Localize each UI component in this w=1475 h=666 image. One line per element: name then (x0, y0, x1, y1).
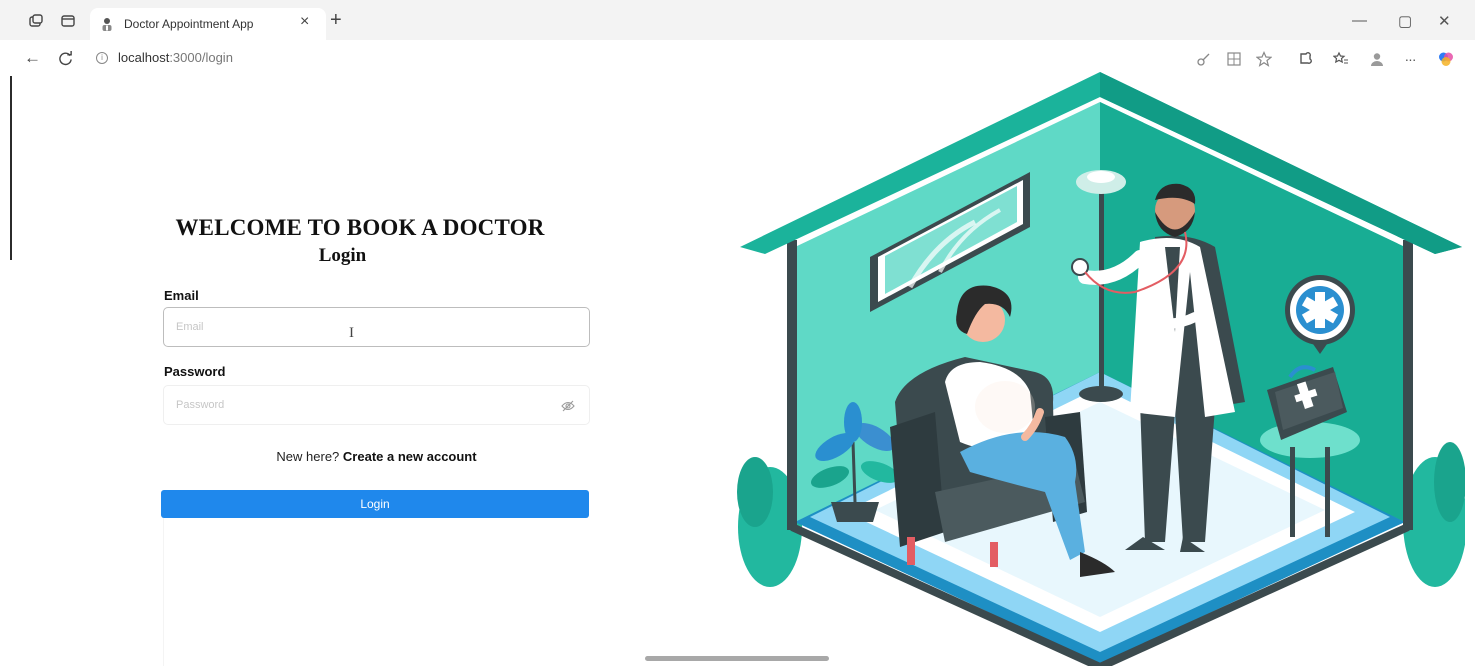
signup-prompt-text: New here? (276, 449, 340, 464)
tab-actions-icon[interactable] (60, 13, 76, 29)
grid-icon[interactable] (1226, 51, 1242, 67)
new-tab-button[interactable]: + (330, 10, 342, 30)
email-input[interactable] (163, 307, 590, 347)
copilot-icon[interactable] (1438, 51, 1454, 67)
page-left-edge (10, 76, 12, 260)
key-icon[interactable] (1196, 51, 1212, 67)
back-button[interactable]: ← (24, 48, 41, 68)
close-window-button[interactable]: ✕ (1438, 12, 1451, 30)
browser-tab-bar: Doctor Appointment App × + — ▢ ✕ (0, 0, 1475, 40)
site-info-icon[interactable]: i (96, 52, 108, 64)
login-button[interactable]: Login (161, 490, 589, 518)
more-icon[interactable]: ··· (1402, 51, 1418, 67)
doctor-patient-illustration (737, 72, 1465, 666)
create-account-link[interactable]: Create a new account (343, 449, 477, 464)
minimize-button[interactable]: — (1352, 12, 1367, 29)
address-bar: ← i localhost:3000/login ··· (0, 40, 1475, 76)
page-title: WELCOME TO BOOK A DOCTOR (175, 215, 545, 240)
tab-doctor-appointment[interactable]: Doctor Appointment App × (90, 8, 326, 40)
doctor-favicon-icon (102, 18, 112, 31)
star-icon[interactable] (1256, 51, 1272, 67)
extension-icon[interactable] (1297, 51, 1313, 67)
form-divider (163, 518, 164, 666)
eye-slash-icon[interactable] (561, 400, 575, 412)
tab-close-button[interactable]: × (300, 13, 309, 31)
signup-prompt: New here? Create a new account (163, 449, 590, 464)
refresh-icon[interactable] (58, 51, 73, 66)
password-input[interactable] (163, 385, 590, 425)
profile-icon[interactable] (1369, 51, 1385, 67)
url-field[interactable]: localhost:3000/login (118, 50, 233, 65)
password-label: Password (164, 364, 226, 379)
text-cursor-icon: I (349, 325, 354, 341)
tab-title: Doctor Appointment App (124, 17, 254, 31)
login-subtitle: Login (318, 245, 367, 266)
favorites-icon[interactable] (1333, 51, 1349, 67)
right-post (1403, 240, 1413, 530)
workspaces-icon[interactable] (28, 13, 44, 29)
left-post (787, 240, 797, 530)
email-label: Email (164, 288, 199, 303)
maximize-button[interactable]: ▢ (1398, 12, 1412, 30)
